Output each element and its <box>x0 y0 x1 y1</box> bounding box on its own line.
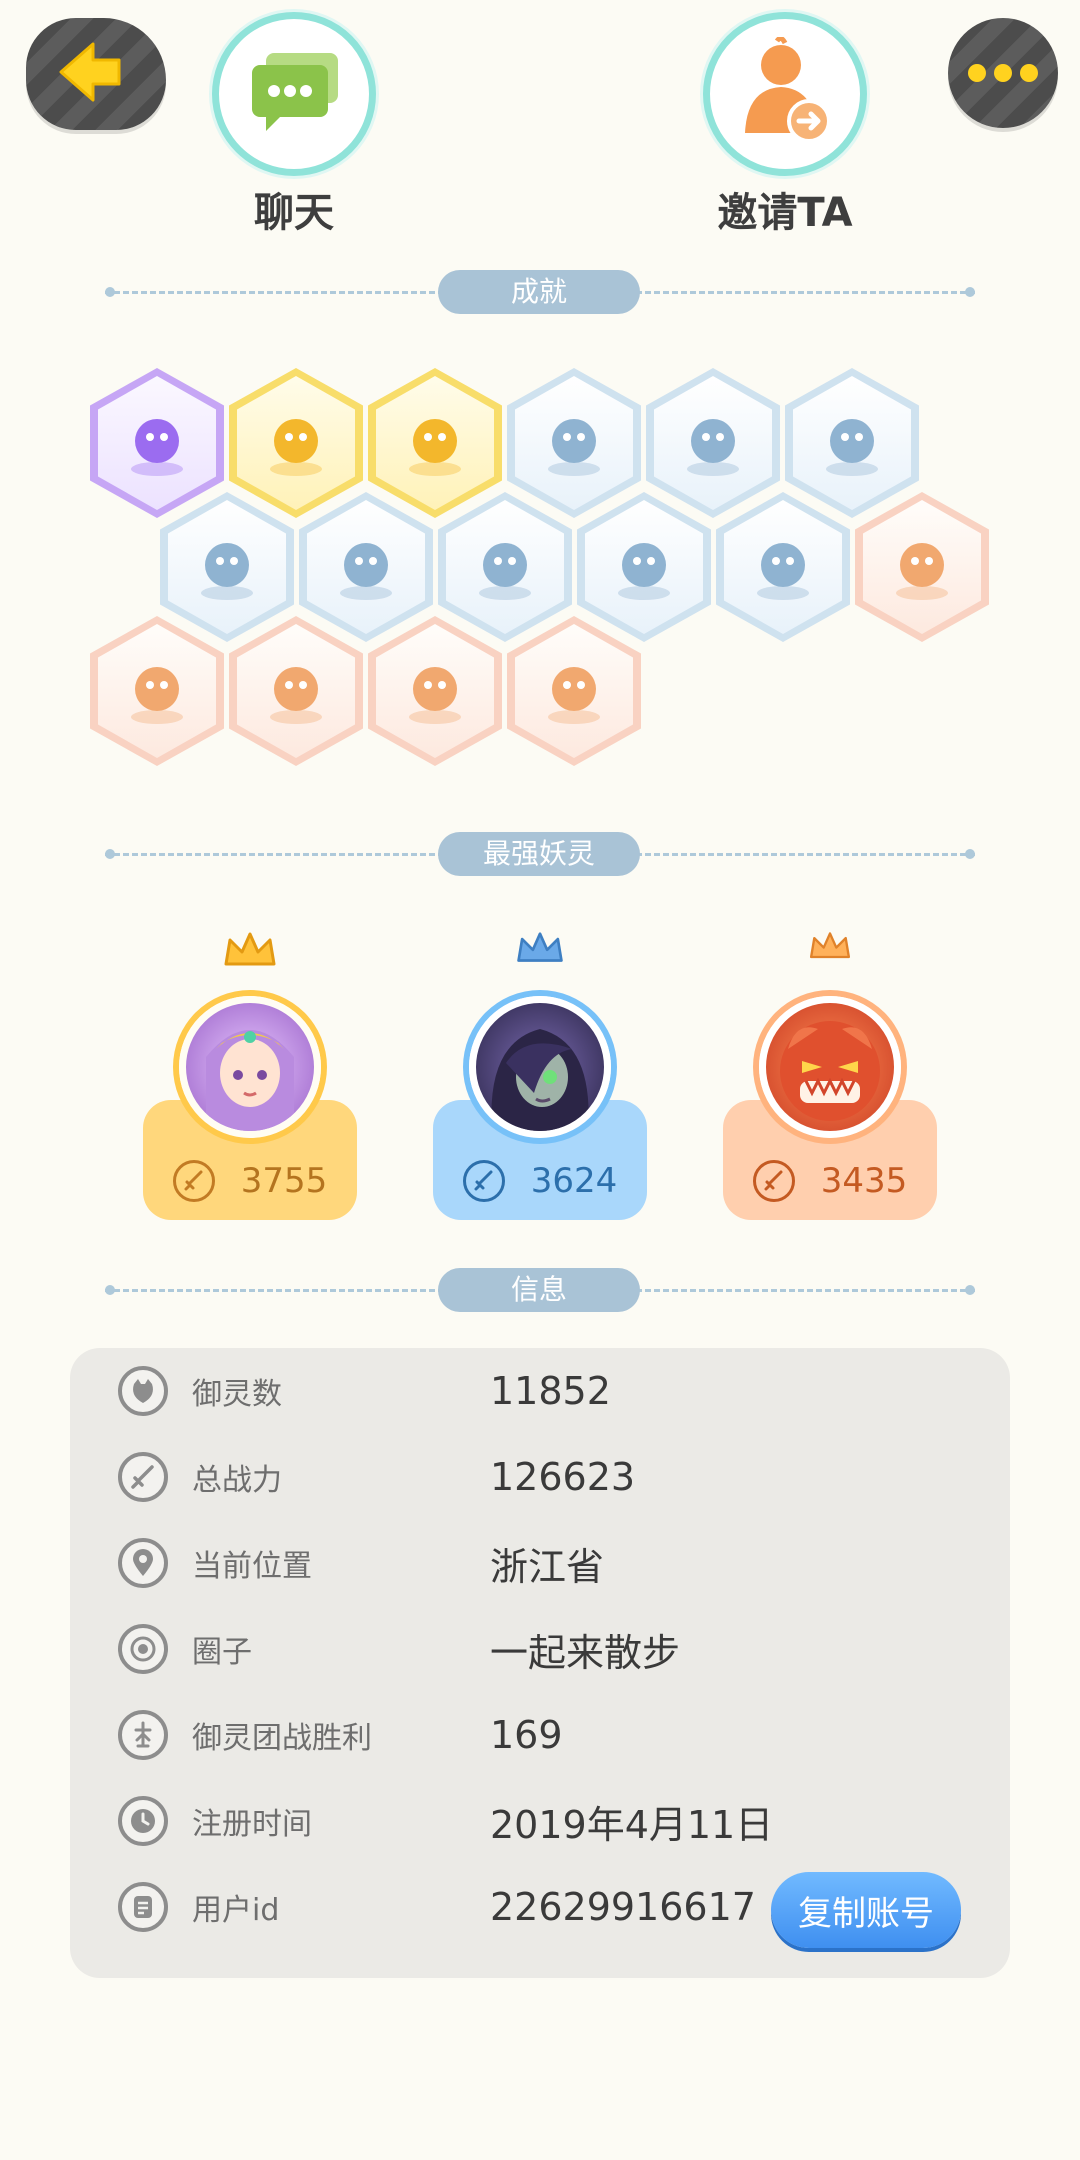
info-value: 11852 <box>490 1369 611 1413</box>
fox-spirit-icon <box>229 650 363 732</box>
info-value: 22629916617 <box>490 1885 756 1929</box>
spirit-avatar-3[interactable] <box>759 996 901 1138</box>
info-key: 御灵数 <box>192 1377 282 1412</box>
info-row-user-id: 用户id 22629916617 复制账号 <box>70 1864 1010 1950</box>
achievement-badge[interactable] <box>716 492 850 642</box>
spirit-card-2[interactable]: 3624 <box>433 930 647 1220</box>
spirit-power-3: 3435 <box>723 1156 937 1206</box>
spirit-power-1: 3755 <box>143 1156 357 1206</box>
koi-fish-icon <box>438 526 572 608</box>
info-row-spirit-count: 御灵数 11852 <box>70 1348 1010 1434</box>
location-pin-icon <box>118 1538 168 1588</box>
info-key: 圈子 <box>192 1635 252 1670</box>
info-row-circle: 圈子 一起来散步 <box>70 1606 1010 1692</box>
info-divider: 信息 <box>105 1268 975 1312</box>
person-invite-icon <box>735 35 835 151</box>
two-foxes-icon <box>368 650 502 732</box>
info-value: 126623 <box>490 1455 636 1499</box>
info-row-register-time: 注册时间 2019年4月11日 <box>70 1778 1010 1864</box>
spirit-count-icon <box>118 1366 168 1416</box>
circle-target-icon <box>118 1624 168 1674</box>
fox-book-icon <box>507 650 641 732</box>
ellipsis-icon <box>968 64 1038 82</box>
arrow-left-icon <box>59 30 131 118</box>
orange-crown-icon <box>808 930 852 966</box>
chat-circle[interactable] <box>212 12 376 176</box>
info-row-location: 当前位置 浙江省 <box>70 1520 1010 1606</box>
more-options-button[interactable] <box>948 18 1058 128</box>
spirit-statue-icon <box>785 402 919 484</box>
info-key: 总战力 <box>192 1463 282 1498</box>
spirit-avatar-2[interactable] <box>469 996 611 1138</box>
blue-crown-icon <box>515 930 565 970</box>
strongest-section-title: 最强妖灵 <box>438 832 640 876</box>
achievement-badge[interactable] <box>507 616 641 766</box>
info-key: 御灵团战胜利 <box>192 1721 372 1756</box>
chat-bubble-icon <box>244 47 344 141</box>
spirit-power-value: 3755 <box>240 1161 328 1201</box>
info-value: 2019年4月11日 <box>490 1802 774 1847</box>
back-button[interactable] <box>26 18 166 130</box>
cat-stroller-icon <box>160 526 294 608</box>
achievement-badge[interactable] <box>90 616 224 766</box>
chat-label: 聊天 <box>254 190 334 236</box>
spirit-power-value: 3624 <box>530 1161 618 1201</box>
trophy-icon <box>118 1710 168 1760</box>
spirit-avatar-1[interactable] <box>179 996 321 1138</box>
id-card-icon <box>118 1882 168 1932</box>
sword-icon <box>462 1160 505 1202</box>
achievements-divider: 成就 <box>105 270 975 314</box>
sneaker-icon <box>855 526 989 608</box>
info-section-title: 信息 <box>438 1268 640 1312</box>
info-value: 浙江省 <box>490 1544 605 1589</box>
achievements-section-title: 成就 <box>438 270 640 314</box>
info-value: 169 <box>490 1713 563 1757</box>
clock-icon <box>118 1796 168 1846</box>
golden-ball-icon <box>229 402 363 484</box>
spirit-power-value: 3435 <box>820 1161 908 1201</box>
taiji-flag-icon <box>299 526 433 608</box>
spirit-card-3[interactable]: 3435 <box>723 930 937 1220</box>
invite-label: 邀请TA <box>717 190 853 236</box>
crescent-moon-icon <box>646 402 780 484</box>
invite-circle[interactable] <box>703 12 867 176</box>
info-value[interactable]: 一起来散步 <box>490 1622 680 1677</box>
gold-crown-icon <box>222 930 278 974</box>
info-key: 当前位置 <box>192 1549 312 1584</box>
info-panel: 御灵数 11852 总战力 126623 当前位置 浙江省 圈子 一起来散步 御… <box>70 1348 1010 1978</box>
info-row-total-power: 总战力 126623 <box>70 1434 1010 1520</box>
shield-emblem-icon <box>577 526 711 608</box>
portal-ring-icon <box>507 402 641 484</box>
achievement-badge[interactable] <box>229 616 363 766</box>
strongest-divider: 最强妖灵 <box>105 832 975 876</box>
hooded-egg-icon <box>90 650 224 732</box>
spirit-card-1[interactable]: 3755 <box>143 930 357 1220</box>
info-key: 注册时间 <box>192 1807 312 1842</box>
golden-taiji-icon <box>368 402 502 484</box>
sword-icon <box>118 1452 168 1502</box>
winged-dragon-icon <box>716 526 850 608</box>
info-row-team-wins: 御灵团战胜利 169 <box>70 1692 1010 1778</box>
copy-account-button[interactable]: 复制账号 <box>771 1872 961 1948</box>
chat-button[interactable]: 聊天 <box>209 12 379 238</box>
sword-icon <box>172 1160 215 1202</box>
purple-cat-badge-icon <box>90 402 224 484</box>
sword-icon <box>752 1160 795 1202</box>
info-key: 用户id <box>192 1893 280 1928</box>
achievement-badge[interactable] <box>855 492 989 642</box>
achievement-badge[interactable] <box>368 616 502 766</box>
invite-button[interactable]: 邀请TA <box>700 12 870 238</box>
spirit-power-2: 3624 <box>433 1156 647 1206</box>
